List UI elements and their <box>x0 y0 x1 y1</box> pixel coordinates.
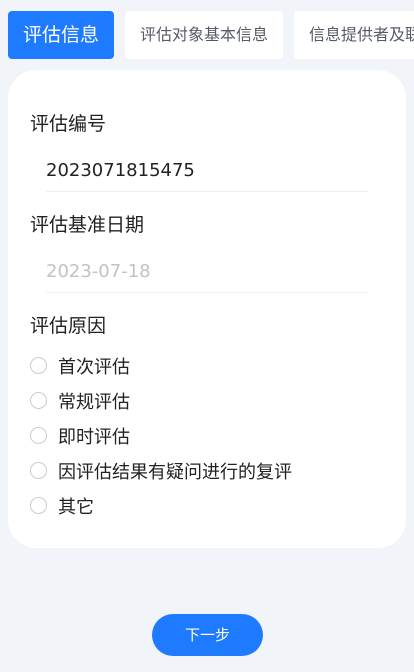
base-date-field[interactable]: 2023-07-18 <box>46 261 151 282</box>
tab-assessment-info[interactable]: 评估信息 <box>8 11 115 59</box>
reason-option-first[interactable]: 首次评估 <box>30 348 292 383</box>
reason-option-label: 其它 <box>58 496 94 518</box>
next-step-button[interactable]: 下一步 <box>152 614 263 656</box>
base-date-label: 评估基准日期 <box>30 214 145 236</box>
radio-circle-icon[interactable] <box>30 357 47 374</box>
reason-radio-group: 首次评估 常规评估 即时评估 因评估结果有疑问进行的复评 其它 <box>30 348 292 523</box>
reason-option-immediate[interactable]: 即时评估 <box>30 418 292 453</box>
reason-option-reassessment[interactable]: 因评估结果有疑问进行的复评 <box>30 453 292 488</box>
reason-option-label: 因评估结果有疑问进行的复评 <box>58 461 292 483</box>
assessment-number-field[interactable]: 2023071815475 <box>46 160 195 181</box>
reason-option-label: 常规评估 <box>58 391 130 413</box>
radio-circle-icon[interactable] <box>30 427 47 444</box>
radio-circle-icon[interactable] <box>30 462 47 479</box>
assessment-number-label: 评估编号 <box>30 113 107 135</box>
reason-label: 评估原因 <box>30 315 107 337</box>
radio-circle-icon[interactable] <box>30 392 47 409</box>
tab-informant-contact[interactable]: 信息提供者及联 <box>294 11 414 59</box>
reason-option-other[interactable]: 其它 <box>30 488 292 523</box>
reason-option-label: 即时评估 <box>58 426 130 448</box>
assessment-form-card: 评估编号 2023071815475 评估基准日期 2023-07-18 评估原… <box>8 70 406 548</box>
reason-option-routine[interactable]: 常规评估 <box>30 383 292 418</box>
reason-option-label: 首次评估 <box>58 356 130 378</box>
tab-subject-basic-info[interactable]: 评估对象基本信息 <box>125 11 284 59</box>
tab-bar: 评估信息 评估对象基本信息 信息提供者及联 <box>8 11 414 59</box>
radio-circle-icon[interactable] <box>30 497 47 514</box>
base-date-divider <box>46 292 368 293</box>
assessment-number-divider <box>46 191 368 192</box>
